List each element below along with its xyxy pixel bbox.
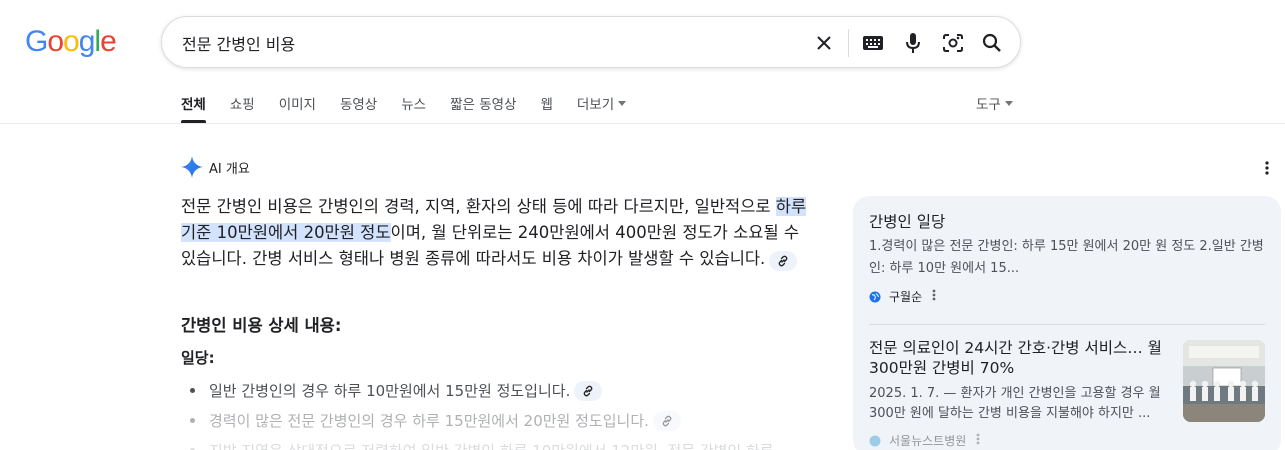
globe-icon — [869, 291, 881, 303]
chevron-down-icon — [618, 101, 627, 106]
source-divider — [869, 324, 1265, 325]
list-item-text: 경력이 많은 전문 간병인의 경우 하루 15만원에서 20만원 정도입니다. — [209, 412, 649, 430]
logo-letter: G — [25, 25, 48, 58]
search-divider — [848, 29, 849, 57]
source-snippet: 2025. 1. 7. — 환자가 개인 간병인을 고용할 경우 월 300만 … — [869, 386, 1161, 421]
tab-short-videos[interactable]: 짧은 동영상 — [450, 93, 516, 123]
header-divider — [0, 123, 1285, 124]
logo-letter: g — [78, 25, 96, 58]
microphone-icon[interactable] — [899, 29, 927, 57]
ai-overview-title: AI 개요 — [209, 161, 250, 177]
source-site-name: 서울뉴스트병원 — [889, 434, 967, 448]
tools-label: 도구 — [976, 97, 1001, 113]
list-item: 일반 간병인의 경우 하루 10만원에서 15만원 정도입니다. — [190, 380, 603, 401]
chevron-down-icon — [1004, 101, 1013, 106]
more-options-icon[interactable] — [1265, 160, 1269, 179]
source-thumbnail[interactable] — [1183, 340, 1265, 422]
keyboard-icon[interactable] — [859, 29, 887, 57]
ai-overview-header: AI 개요 — [181, 156, 250, 178]
tab-shopping[interactable]: 쇼핑 — [230, 93, 255, 123]
logo-letter: o — [47, 25, 64, 58]
tab-news[interactable]: 뉴스 — [401, 93, 426, 123]
source-site[interactable]: 구월순 — [869, 288, 936, 305]
search-box[interactable]: 전문 간병인 비용 — [161, 16, 1021, 68]
search-tabs: 전체 쇼핑 이미지 동영상 뉴스 짧은 동영상 웹 더보기 — [181, 93, 650, 123]
source-site[interactable]: 서울뉴스트병원 — [869, 432, 980, 449]
source-snippet: 1.경력이 많은 전문 간병인: 하루 15만 원에서 20만 원 정도 2.일… — [869, 239, 1264, 276]
list-item: 경력이 많은 전문 간병인의 경우 하루 15만원에서 20만원 정도입니다. — [190, 410, 681, 431]
link-icon[interactable] — [769, 251, 798, 271]
search-icon[interactable] — [978, 29, 1006, 57]
bullet-dot — [190, 388, 195, 393]
tab-images[interactable]: 이미지 — [279, 93, 316, 123]
tab-all[interactable]: 전체 — [181, 93, 206, 123]
link-icon[interactable] — [652, 410, 681, 431]
list-item-text: 일반 간병인의 경우 하루 10만원에서 15만원 정도입니다. — [209, 382, 571, 400]
link-icon[interactable] — [574, 380, 603, 401]
hospital-logo-icon — [869, 435, 881, 447]
clear-icon[interactable] — [810, 29, 838, 57]
tab-web[interactable]: 웹 — [540, 93, 552, 123]
source-site-name: 구월순 — [889, 290, 923, 304]
tab-more[interactable]: 더보기 — [576, 93, 627, 123]
google-logo[interactable]: Google — [25, 25, 117, 59]
tools-button[interactable]: 도구 — [976, 93, 1013, 113]
source-title[interactable]: 전문 의료인이 24시간 간호·간병 서비스… 월 300만원 간병비 70% — [869, 338, 1169, 378]
logo-letter: o — [63, 25, 80, 58]
ai-text: 전문 간병인 비용은 간병인의 경력, 지역, 환자의 상태 등에 따라 다르지… — [181, 197, 776, 216]
lens-camera-icon[interactable] — [939, 29, 967, 57]
more-options-icon[interactable] — [976, 433, 980, 448]
bullet-dot — [190, 418, 195, 423]
detail-heading: 간병인 비용 상세 내용: — [181, 316, 342, 335]
more-options-icon[interactable] — [932, 289, 936, 304]
sources-panel: 간병인 일당 1.경력이 많은 전문 간병인: 하루 15만 원에서 20만 원… — [853, 196, 1281, 450]
source-title[interactable]: 간병인 일당 — [869, 210, 945, 232]
daily-heading: 일당: — [181, 349, 215, 367]
search-input[interactable]: 전문 간병인 비용 — [182, 31, 295, 55]
list-item-text: 지방 지역은 상대적으로 저렴하여 일반 간병인 하루 10만원에서 12만원,… — [209, 440, 774, 450]
list-item: 지방 지역은 상대적으로 저렴하여 일반 간병인 하루 10만원에서 12만원,… — [190, 440, 774, 450]
sparkle-icon — [181, 156, 203, 178]
tab-videos[interactable]: 동영상 — [340, 93, 377, 123]
tab-more-label: 더보기 — [576, 97, 615, 113]
ai-overview-paragraph: 전문 간병인 비용은 간병인의 경력, 지역, 환자의 상태 등에 따라 다르지… — [181, 194, 813, 272]
logo-letter: e — [100, 25, 117, 58]
